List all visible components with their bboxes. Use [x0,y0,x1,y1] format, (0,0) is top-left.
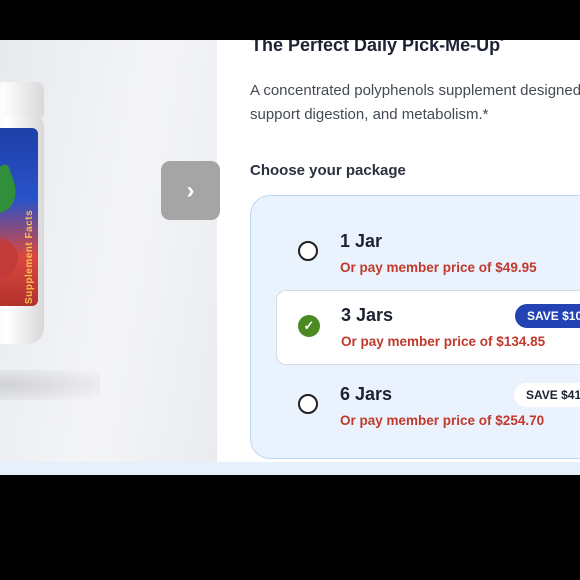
leaf-graphic [0,163,23,217]
package-name: 6 Jars [340,384,393,404]
product-description: A concentrated polyphenols supplement de… [250,82,580,123]
package-selector: 1 Jar Or pay member price of $49.95 ✓ 3 … [250,195,580,459]
fruit-graphic [0,238,18,278]
member-price: Or pay member price of $134.85 [341,334,546,349]
gallery-next-button[interactable]: › [161,161,220,220]
chevron-right-icon: › [186,176,195,204]
savings-badge: SAVE $41 [514,383,580,407]
checkmark-selected-icon[interactable]: ✓ [298,315,320,337]
savings-badge: SAVE $10 [515,304,580,328]
image-shadow [0,370,100,400]
package-name: 1 Jar [340,231,383,251]
product-jar-image: Supplement Facts [0,82,44,344]
package-heading: Choose your package [250,162,406,179]
product-title: The Perfect Daily Pick-Me-Up¹ [251,40,503,56]
title-footnote-mark: ¹ [500,40,504,47]
jar-label-text: Supplement Facts [24,209,35,304]
radio-unselected-icon[interactable] [298,394,318,414]
package-option-6-jars[interactable]: 6 Jars SAVE $41 Or pay member price of $… [276,370,580,443]
package-name: 3 Jars [341,305,394,325]
product-image-gallery: Supplement Facts [0,40,217,462]
package-option-1-jar[interactable]: 1 Jar Or pay member price of $49.95 [276,217,580,290]
section-divider-strip [0,462,580,475]
radio-unselected-icon[interactable] [298,241,318,261]
member-price: Or pay member price of $49.95 [340,260,537,275]
package-option-3-jars[interactable]: ✓ 3 Jars SAVE $10 Or pay member price of… [276,290,580,365]
jar-cap [0,82,44,118]
jar-label: Supplement Facts [0,128,38,306]
product-page: Supplement Facts › The Perfect Daily Pic… [0,40,580,475]
member-price: Or pay member price of $254.70 [340,413,545,428]
